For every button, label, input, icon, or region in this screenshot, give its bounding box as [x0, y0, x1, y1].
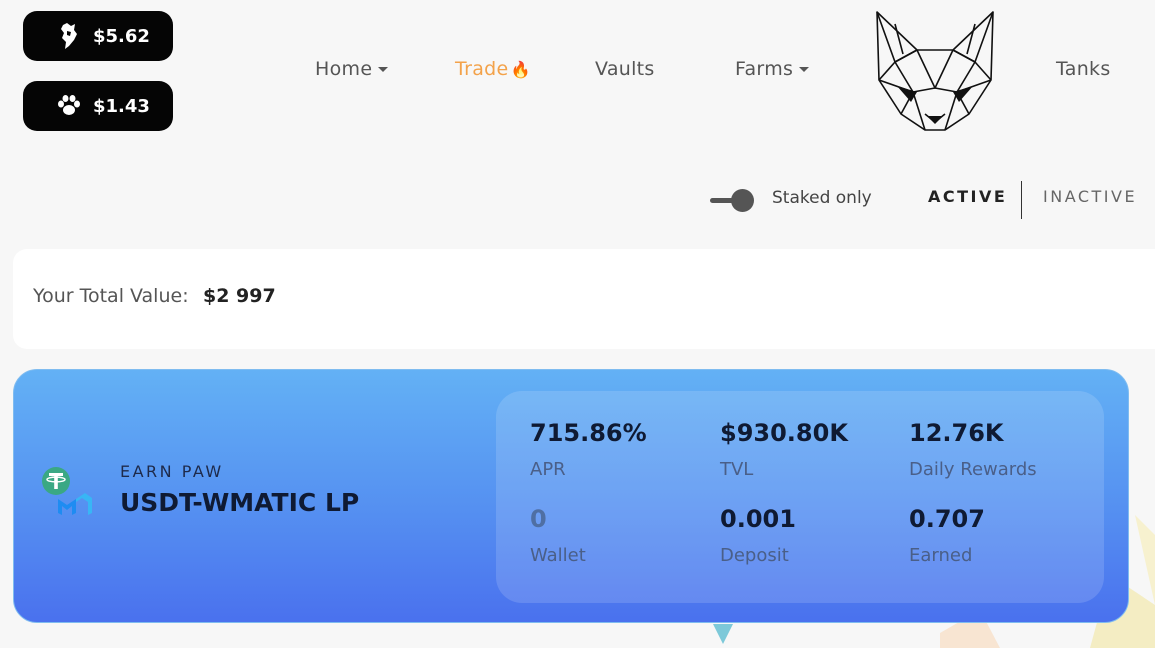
stat-wallet: 0 Wallet — [530, 505, 586, 566]
total-value-card: Your Total Value: $2 997 — [13, 249, 1155, 349]
tvl-value: $930.80K — [720, 419, 848, 447]
total-value-amount: $2 997 — [203, 285, 276, 307]
stat-apr: 715.86% APR — [530, 419, 647, 480]
nav-vaults[interactable]: Vaults — [595, 58, 655, 80]
chevron-down-icon — [799, 66, 810, 72]
fire-icon: 🔥 — [510, 59, 531, 79]
nav-trade[interactable]: Trade 🔥 — [455, 58, 531, 80]
stat-daily-rewards: 12.76K Daily Rewards — [909, 419, 1037, 480]
nav-home[interactable]: Home — [315, 58, 389, 80]
deposit-label: Deposit — [720, 545, 789, 566]
nav-vaults-label: Vaults — [595, 58, 655, 80]
daily-rewards-value: 12.76K — [909, 419, 1004, 447]
tvl-label: TVL — [720, 459, 754, 480]
nav-tanks[interactable]: Tanks — [1056, 58, 1111, 80]
farm-stats-panel: 715.86% APR $930.80K TVL 12.76K Daily Re… — [496, 391, 1104, 603]
tab-divider — [1021, 181, 1022, 219]
stat-tvl: $930.80K TVL — [720, 419, 848, 480]
kitty-price-pill[interactable]: $5.62 — [23, 11, 173, 61]
toggle-knob — [731, 189, 754, 212]
cat-logo[interactable] — [873, 10, 997, 134]
kitty-token-icon — [55, 22, 83, 50]
daily-rewards-label: Daily Rewards — [909, 459, 1037, 480]
farms-page: $5.62 $1.43 Home Trade 🔥 Vaults Farms Ta… — [0, 0, 1155, 648]
apr-label: APR — [530, 459, 566, 480]
staked-only-label: Staked only — [772, 188, 872, 208]
earned-value: 0.707 — [909, 505, 985, 533]
nav-home-label: Home — [315, 58, 373, 80]
pair-name: USDT-WMATIC LP — [120, 488, 360, 517]
nav-farms-label: Farms — [735, 58, 794, 80]
tab-inactive[interactable]: INACTIVE — [1043, 187, 1137, 206]
earn-label: EARN PAW — [120, 462, 224, 481]
tab-active[interactable]: ACTIVE — [928, 187, 1007, 206]
farm-card[interactable]: EARN PAW USDT-WMATIC LP 715.86% APR $930… — [13, 369, 1129, 623]
deposit-value: 0.001 — [720, 505, 796, 533]
paw-token-icon — [55, 92, 83, 120]
stat-earned: 0.707 Earned — [909, 505, 985, 566]
decorative-triangle — [713, 624, 733, 644]
usdt-wmatic-pair-icon — [42, 467, 92, 515]
paw-price-value: $1.43 — [93, 95, 150, 117]
nav-farms[interactable]: Farms — [735, 58, 810, 80]
total-value-label: Your Total Value: — [33, 285, 189, 307]
earned-label: Earned — [909, 545, 973, 566]
stat-deposit: 0.001 Deposit — [720, 505, 796, 566]
kitty-price-value: $5.62 — [93, 25, 150, 47]
wallet-label: Wallet — [530, 545, 586, 566]
chevron-down-icon — [378, 66, 389, 72]
apr-value: 715.86% — [530, 419, 647, 447]
nav-tanks-label: Tanks — [1056, 58, 1111, 80]
staked-only-toggle[interactable] — [710, 186, 756, 214]
wallet-value: 0 — [530, 505, 547, 533]
nav-trade-label: Trade — [455, 58, 509, 80]
paw-price-pill[interactable]: $1.43 — [23, 81, 173, 131]
